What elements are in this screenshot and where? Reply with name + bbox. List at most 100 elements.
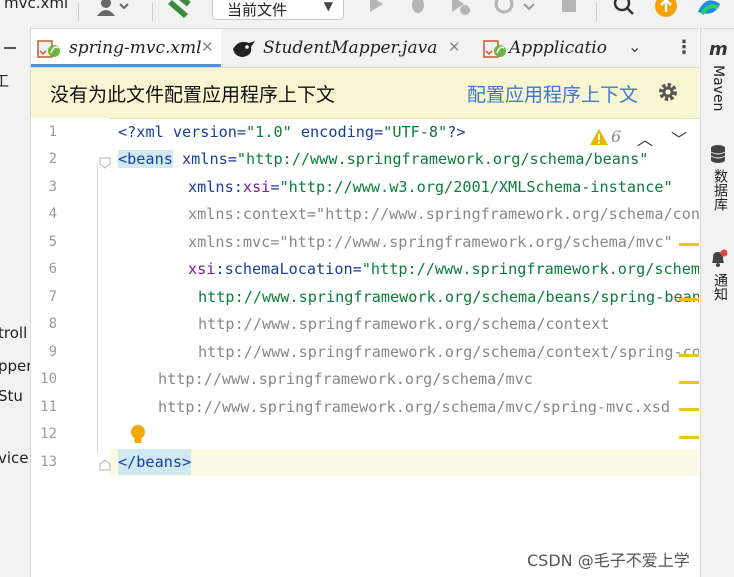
project-tree-fragment[interactable]: Stu bbox=[0, 387, 23, 405]
warning-count: 6 bbox=[611, 127, 622, 146]
current-file-label: mvc.xml bbox=[4, 0, 69, 12]
more-options-icon[interactable]: ⋮ bbox=[675, 37, 693, 58]
toolbar-separator bbox=[78, 2, 79, 22]
debug-icon[interactable] bbox=[408, 0, 430, 20]
warning-marker[interactable] bbox=[679, 298, 699, 301]
line-number: 9 bbox=[48, 344, 57, 360]
code-token: : bbox=[233, 178, 243, 196]
mybatis-mapper-icon bbox=[233, 41, 255, 57]
warning-marker[interactable] bbox=[679, 408, 699, 411]
warning-marker[interactable] bbox=[679, 436, 699, 439]
line-number: 11 bbox=[40, 399, 57, 415]
code-token: "1.0" bbox=[246, 123, 292, 141]
close-icon[interactable]: ✕ bbox=[201, 38, 214, 56]
search-icon[interactable] bbox=[612, 0, 634, 20]
project-tree-fragment[interactable]: vice bbox=[0, 449, 29, 467]
profile-icon[interactable] bbox=[494, 0, 535, 20]
maven-icon[interactable]: m bbox=[709, 39, 728, 60]
configure-context-link[interactable]: 配置应用程序上下文 bbox=[467, 80, 638, 107]
tab-label: Appplicatio bbox=[509, 38, 607, 58]
active-tab-indicator bbox=[31, 64, 221, 67]
code-line-7: http://www.springframework.org/schema/be… bbox=[198, 288, 699, 306]
code-token: version= bbox=[163, 123, 247, 141]
code-line-9: http://www.springframework.org/schema/co… bbox=[198, 343, 699, 361]
tab-student-mapper-java[interactable]: StudentMapper.java ✕ bbox=[225, 29, 465, 67]
warning-marker[interactable] bbox=[679, 354, 699, 357]
code-token: "UTF-8" bbox=[383, 123, 448, 141]
tab-label: StudentMapper.java bbox=[263, 38, 438, 58]
line-number: 6 bbox=[48, 261, 57, 277]
code-token: <beans bbox=[118, 150, 173, 168]
toolbar-separator bbox=[152, 2, 153, 22]
code-token: <? bbox=[118, 123, 137, 141]
next-highlight-chevron-down-icon[interactable]: ﹀ bbox=[671, 126, 687, 150]
user-account-icon[interactable] bbox=[96, 0, 129, 20]
project-panel: 工 troll pper Stu vice bbox=[0, 28, 31, 577]
line-number: 5 bbox=[48, 234, 57, 250]
database-icon[interactable] bbox=[709, 144, 727, 164]
line-number: 3 bbox=[48, 179, 57, 195]
inspection-widget[interactable]: 6 ︿ ﹀ bbox=[581, 126, 699, 150]
main-toolbar: mvc.xml 当前文件 ▼ bbox=[0, 0, 734, 29]
ide-logo-icon bbox=[696, 0, 720, 20]
code-token: = bbox=[352, 260, 362, 278]
run-configuration-select[interactable]: 当前文件 ▼ bbox=[212, 0, 344, 20]
close-icon[interactable]: ✕ bbox=[448, 38, 461, 56]
line-number: 13 bbox=[40, 454, 57, 470]
code-line-2: <beans xmlns="http://www.springframework… bbox=[118, 146, 648, 172]
code-line-5: xmlns:mvc="http://www.springframework.or… bbox=[188, 233, 673, 251]
stop-icon[interactable] bbox=[560, 0, 582, 20]
line-number: 2 bbox=[48, 151, 57, 167]
line-number: 4 bbox=[48, 206, 57, 222]
code-line-4: xmlns:context="http://www.springframewor… bbox=[188, 205, 699, 223]
project-tree-fragment[interactable]: troll bbox=[0, 324, 27, 342]
code-token: : bbox=[215, 260, 225, 278]
chevron-down-icon: ▼ bbox=[323, 0, 333, 13]
code-token: xmlns bbox=[188, 178, 234, 196]
spring-xml-file-icon bbox=[37, 40, 60, 58]
banner-message: 没有为此文件配置应用程序上下文 bbox=[50, 84, 336, 106]
code-token: schemaLocation bbox=[224, 260, 353, 278]
run-icon[interactable] bbox=[366, 0, 388, 20]
update-available-icon[interactable] bbox=[654, 0, 677, 20]
previous-highlight-chevron-up-icon[interactable]: ︿ bbox=[637, 126, 653, 150]
code-token: "http://www.springframework.org/schema/b… bbox=[361, 260, 699, 278]
code-token: xsi bbox=[188, 260, 216, 278]
code-line-11: http://www.springframework.org/schema/mv… bbox=[158, 398, 671, 416]
fold-guide bbox=[97, 163, 98, 453]
warning-marker[interactable] bbox=[679, 381, 699, 384]
line-number: 8 bbox=[48, 316, 57, 332]
collapse-icon[interactable] bbox=[0, 44, 20, 52]
project-tree-fragment[interactable]: 工 bbox=[0, 70, 9, 91]
notifications-bell-icon[interactable] bbox=[709, 249, 729, 269]
warning-icon bbox=[590, 129, 608, 145]
code-token: "http://www.w3.org/2001/XMLSchema-instan… bbox=[279, 178, 673, 196]
tab-application[interactable]: Appplicatio bbox=[477, 29, 627, 67]
run-configuration-value: 当前文件 bbox=[227, 1, 288, 19]
code-token: encoding= bbox=[291, 123, 384, 141]
spring-xml-file-icon bbox=[483, 40, 506, 58]
notifications-tool-button[interactable]: 通知 bbox=[710, 273, 730, 301]
coverage-icon[interactable] bbox=[450, 0, 472, 20]
toolbar-separator bbox=[596, 2, 597, 22]
code-line-10: http://www.springframework.org/schema/mv… bbox=[158, 370, 533, 388]
line-number: 7 bbox=[48, 289, 57, 305]
build-hammer-icon[interactable] bbox=[168, 0, 191, 20]
code-token: "http://www.springframework.org/schema/b… bbox=[236, 150, 649, 168]
database-tool-button[interactable]: 数据库 bbox=[710, 169, 730, 211]
warning-marker[interactable] bbox=[679, 243, 699, 246]
code-token: xml bbox=[136, 123, 164, 141]
code-line-3: xmlns:xsi="http://www.w3.org/2001/XMLSch… bbox=[188, 174, 673, 200]
tab-list-chevron-down-icon[interactable]: ⌄ bbox=[628, 37, 641, 56]
project-tree-fragment[interactable]: pper bbox=[0, 357, 30, 375]
context-warning-banner: 没有为此文件配置应用程序上下文 配置应用程序上下文 bbox=[31, 68, 699, 119]
code-editor[interactable]: <?xml version="1.0" encoding="UTF-8"?> <… bbox=[109, 118, 699, 577]
tab-label: spring-mvc.xml bbox=[69, 38, 202, 58]
maven-tool-button[interactable]: Maven bbox=[710, 65, 726, 111]
code-line-6: xsi:schemaLocation="http://www.springfra… bbox=[188, 256, 699, 282]
editor-tab-bar: spring-mvc.xml ✕ StudentMapper.java ✕ Ap… bbox=[31, 29, 699, 68]
gear-icon[interactable] bbox=[657, 81, 679, 103]
tab-spring-mvc-xml[interactable]: spring-mvc.xml ✕ bbox=[31, 29, 221, 67]
line-number: 1 bbox=[48, 124, 57, 140]
code-token: xsi bbox=[242, 178, 271, 196]
